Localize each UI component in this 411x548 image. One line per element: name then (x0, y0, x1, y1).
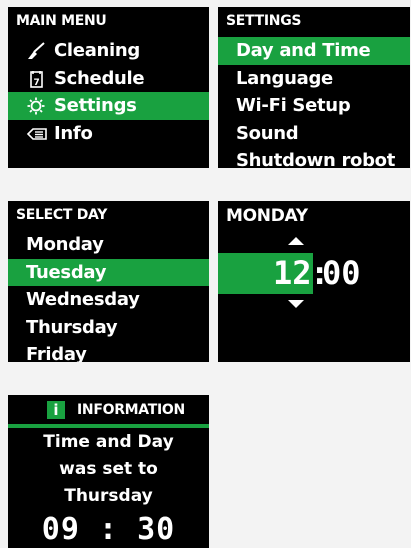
decrement-arrow-icon[interactable] (288, 300, 304, 308)
main-menu-list: Cleaning 7 Schedule Settings Info (8, 37, 209, 147)
info-icon: i (47, 401, 65, 419)
settings-item-shutdown-robot[interactable]: Shutdown robot (218, 147, 410, 168)
day-item-label: Wednesday (26, 289, 140, 310)
settings-item-wifi-setup[interactable]: Wi-Fi Setup (218, 92, 410, 120)
information-header: i INFORMATION (8, 395, 209, 428)
increment-arrow-icon[interactable] (288, 237, 304, 245)
information-time: 09 : 30 (41, 512, 176, 547)
main-menu-item-label: Settings (54, 95, 137, 116)
time-setting-day-title: MONDAY (226, 206, 308, 226)
settings-item-label: Sound (236, 122, 299, 144)
settings-item-sound[interactable]: Sound (218, 120, 410, 148)
broom-icon (28, 42, 45, 59)
calendar-icon: 7 (30, 70, 43, 88)
main-menu-item-label: Info (54, 122, 93, 144)
info-card-icon (26, 127, 47, 140)
information-message-line: was set to (59, 459, 158, 479)
main-menu-item-label: Cleaning (54, 40, 141, 61)
main-menu-item-schedule[interactable]: 7 Schedule (8, 65, 209, 93)
svg-text:7: 7 (34, 78, 40, 88)
main-menu-item-info[interactable]: Info (8, 120, 209, 148)
day-item-monday[interactable]: Monday (8, 231, 209, 259)
hour-field[interactable]: 12 (273, 253, 312, 294)
day-item-label: Friday (26, 344, 87, 362)
day-item-label: Thursday (26, 316, 118, 338)
settings-screen: SETTINGS Day and Time Language Wi-Fi Set… (218, 7, 410, 168)
day-item-thursday[interactable]: Thursday (8, 314, 209, 342)
main-menu-item-label: Schedule (54, 67, 145, 89)
main-menu-item-settings[interactable]: Settings (8, 92, 209, 120)
main-menu-title: MAIN MENU (16, 13, 107, 29)
gear-icon (27, 97, 45, 115)
settings-title: SETTINGS (226, 13, 302, 29)
settings-item-language[interactable]: Language (218, 65, 410, 93)
day-item-wednesday[interactable]: Wednesday (8, 286, 209, 314)
settings-item-day-and-time[interactable]: Day and Time (218, 37, 410, 65)
settings-item-label: Wi-Fi Setup (236, 95, 351, 116)
main-menu-item-cleaning[interactable]: Cleaning (8, 37, 209, 65)
day-item-friday[interactable]: Friday (8, 341, 209, 362)
settings-item-label: Day and Time (236, 40, 371, 61)
information-message-line: Thursday (64, 486, 153, 506)
settings-list: Day and Time Language Wi-Fi Setup Sound … (218, 37, 410, 168)
information-title: INFORMATION (77, 402, 185, 418)
minute-field[interactable]: 00 (322, 253, 361, 294)
select-day-title: SELECT DAY (16, 207, 108, 223)
day-item-tuesday[interactable]: Tuesday (8, 258, 209, 286)
select-day-screen: SELECT DAY Monday Tuesday Wednesday Thur… (8, 201, 209, 362)
day-item-label: Tuesday (26, 261, 107, 283)
time-setting-screen: MONDAY 12 : 00 (218, 201, 410, 362)
day-item-label: Monday (26, 234, 104, 255)
information-message: Time and Day was set to Thursday (8, 429, 209, 510)
day-list: Monday Tuesday Wednesday Thursday Friday (8, 231, 209, 362)
information-screen: i INFORMATION Time and Day was set to Th… (8, 395, 209, 548)
settings-item-label: Language (236, 67, 333, 89)
main-menu-screen: MAIN MENU Cleaning 7 Schedule Settings I… (8, 7, 209, 168)
information-message-line: Time and Day (43, 432, 174, 452)
settings-item-label: Shutdown robot (236, 150, 396, 168)
